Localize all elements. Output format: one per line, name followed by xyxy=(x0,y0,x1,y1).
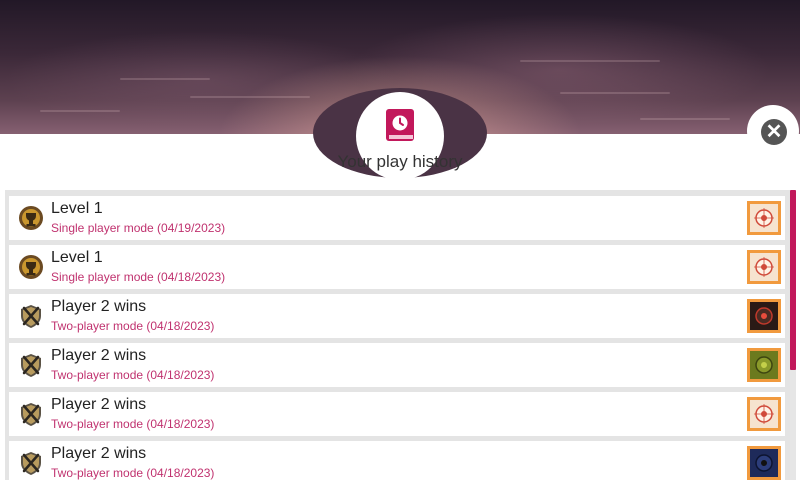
cream-board-thumbnail xyxy=(747,201,781,235)
crossed-swords-shield-icon xyxy=(21,354,41,377)
cream-board-thumbnail xyxy=(747,397,781,431)
blue-board-thumbnail xyxy=(747,446,781,480)
scrollbar-thumb[interactable] xyxy=(790,190,796,370)
scrollbar[interactable] xyxy=(790,190,796,480)
crossed-swords-shield-icon xyxy=(21,305,41,328)
list-item[interactable]: Level 1 Single player mode (04/18/2023) xyxy=(9,245,785,289)
dark-red-board-thumbnail xyxy=(747,299,781,333)
page-title: Your play history xyxy=(337,152,463,171)
item-title: Player 2 wins xyxy=(51,396,147,413)
item-subtitle: Two-player mode (04/18/2023) xyxy=(51,319,215,333)
cream-board-thumbnail xyxy=(747,250,781,284)
list-item[interactable]: Player 2 wins Two-player mode (04/18/202… xyxy=(9,343,785,387)
item-subtitle: Single player mode (04/18/2023) xyxy=(51,270,226,284)
item-subtitle: Two-player mode (04/18/2023) xyxy=(51,368,215,382)
item-title: Player 2 wins xyxy=(51,347,147,364)
item-title: Player 2 wins xyxy=(51,298,147,315)
list-item[interactable]: Player 2 wins Two-player mode (04/18/202… xyxy=(9,294,785,338)
close-icon: ✕ xyxy=(761,119,787,145)
crossed-swords-shield-icon xyxy=(21,403,41,426)
book-clock-icon xyxy=(386,109,414,141)
item-title: Player 2 wins xyxy=(51,445,147,462)
item-title: Level 1 xyxy=(51,200,103,217)
list-item[interactable]: Player 2 wins Two-player mode (04/18/202… xyxy=(9,441,785,480)
green-board-thumbnail xyxy=(747,348,781,382)
history-list[interactable]: Level 1 Single player mode (04/19/2023) … xyxy=(5,190,790,480)
item-title: Level 1 xyxy=(51,249,103,266)
trophy-medal-icon xyxy=(19,206,43,230)
item-subtitle: Two-player mode (04/18/2023) xyxy=(51,466,215,480)
close-button[interactable]: ✕ xyxy=(747,105,799,157)
list-item[interactable]: Level 1 Single player mode (04/19/2023) xyxy=(9,196,785,240)
item-subtitle: Single player mode (04/19/2023) xyxy=(51,221,226,235)
list-item[interactable]: Player 2 wins Two-player mode (04/18/202… xyxy=(9,392,785,436)
item-subtitle: Two-player mode (04/18/2023) xyxy=(51,417,215,431)
trophy-medal-icon xyxy=(19,255,43,279)
crossed-swords-shield-icon xyxy=(21,452,41,475)
